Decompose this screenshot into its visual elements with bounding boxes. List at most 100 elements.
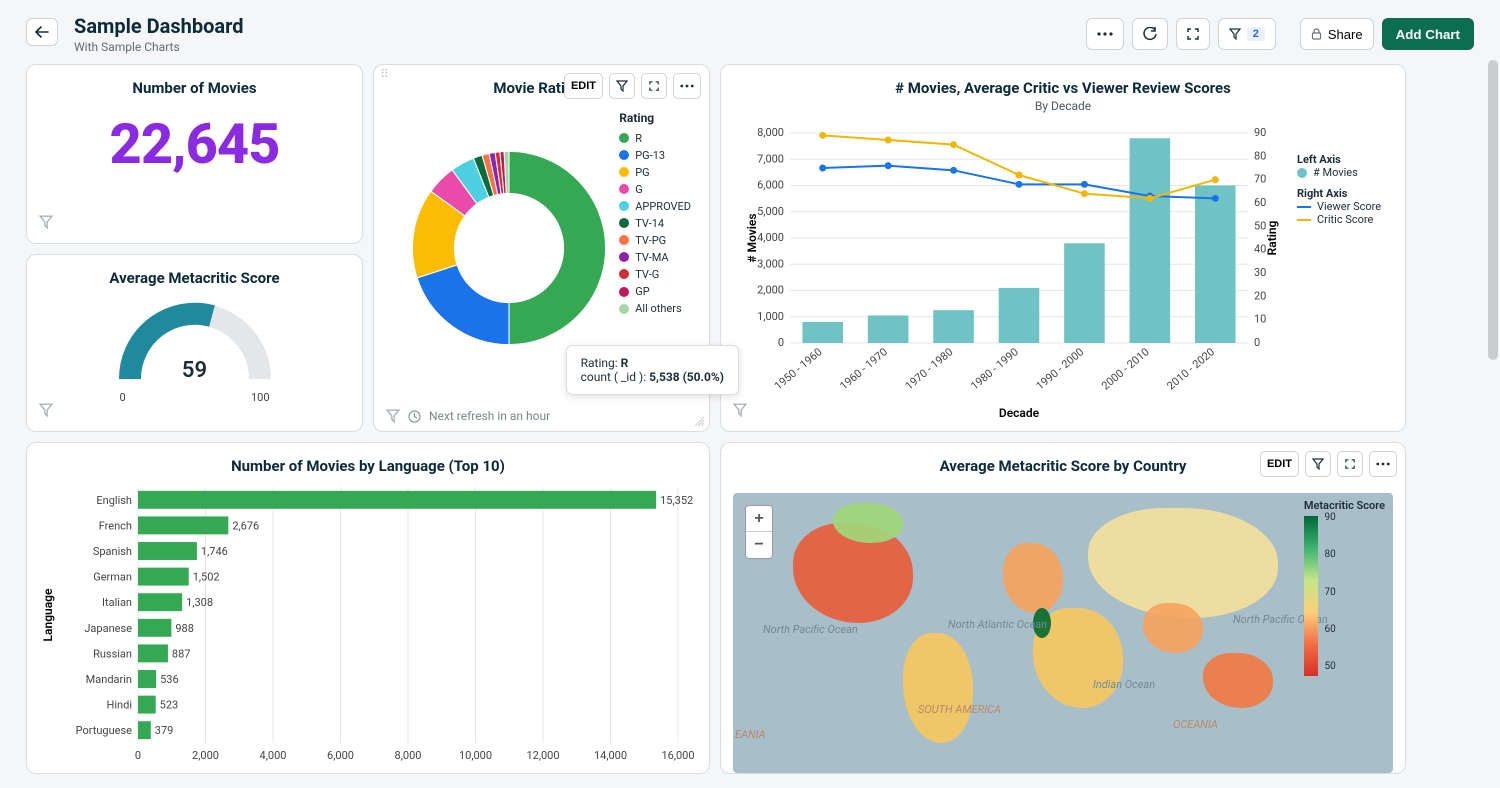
fullscreen-button[interactable] bbox=[1176, 18, 1210, 50]
fullscreen-icon bbox=[1187, 28, 1199, 40]
legend-item[interactable]: APPROVED bbox=[619, 198, 691, 215]
svg-text:12,000: 12,000 bbox=[526, 749, 559, 762]
more-menu-button[interactable] bbox=[1369, 451, 1397, 477]
legend-item[interactable]: TV-PG bbox=[619, 232, 691, 249]
card-movies-by-decade: # Movies, Average Critic vs Viewer Revie… bbox=[720, 64, 1406, 432]
combo-legend: Left Axis # Movies Right Axis Viewer Sco… bbox=[1297, 123, 1387, 423]
map-legend: Metacritic Score 9080706050 bbox=[1304, 499, 1385, 676]
svg-text:90: 90 bbox=[1254, 126, 1266, 139]
svg-text:Spanish: Spanish bbox=[93, 545, 132, 558]
ocean-label: North Pacific Ocean bbox=[763, 623, 858, 636]
svg-text:2010 - 2020: 2010 - 2020 bbox=[1164, 345, 1217, 392]
svg-text:2,000: 2,000 bbox=[192, 749, 219, 762]
legend-item[interactable]: G bbox=[619, 181, 691, 198]
continent-label: SOUTH AMERICA bbox=[918, 703, 1001, 716]
legend-item[interactable]: R bbox=[619, 130, 691, 147]
funnel-icon bbox=[1229, 28, 1241, 40]
svg-text:8,000: 8,000 bbox=[395, 749, 422, 762]
svg-text:German: German bbox=[93, 571, 132, 584]
legend-heading: Right Axis bbox=[1297, 187, 1387, 200]
movies-count-value: 22,645 bbox=[27, 105, 362, 207]
legend-item[interactable]: TV-G bbox=[619, 266, 691, 283]
svg-text:70: 70 bbox=[1254, 173, 1266, 186]
card-title: Number of Movies by Language (Top 10) bbox=[27, 443, 709, 483]
card-filter-button[interactable] bbox=[609, 73, 635, 99]
fullscreen-button[interactable] bbox=[641, 73, 667, 99]
svg-text:2,000: 2,000 bbox=[757, 284, 784, 297]
card-title: # Movies, Average Critic vs Viewer Revie… bbox=[721, 65, 1405, 97]
svg-text:5,000: 5,000 bbox=[757, 205, 784, 218]
svg-text:Rating: Rating bbox=[1265, 220, 1279, 255]
donut-chart[interactable] bbox=[404, 143, 614, 353]
choropleth-map[interactable]: + − North Pacific Ocean North Atlantic O… bbox=[733, 493, 1393, 773]
card-title: Number of Movies bbox=[27, 65, 362, 105]
funnel-icon bbox=[733, 403, 747, 417]
legend-title: Metacritic Score bbox=[1304, 499, 1385, 512]
card-filter-button[interactable] bbox=[39, 403, 53, 421]
edit-button[interactable]: EDIT bbox=[1260, 451, 1299, 477]
refresh-button[interactable] bbox=[1132, 18, 1168, 50]
donut-legend: Rating RPG-13PGGAPPROVEDTV-14TV-PGTV-MAT… bbox=[619, 109, 691, 317]
refresh-status: Next refresh in an hour bbox=[429, 409, 550, 423]
funnel-icon[interactable] bbox=[386, 409, 400, 423]
zoom-out-button[interactable]: − bbox=[746, 532, 772, 558]
legend-item: Viewer Score bbox=[1317, 200, 1381, 213]
svg-text:Hindi: Hindi bbox=[107, 699, 132, 712]
filter-button[interactable]: 2 bbox=[1218, 18, 1276, 50]
fullscreen-button[interactable] bbox=[1337, 451, 1363, 477]
legend-item[interactable]: All others bbox=[619, 300, 691, 317]
share-button[interactable]: Share bbox=[1300, 18, 1374, 50]
scrollbar-thumb[interactable] bbox=[1488, 60, 1498, 360]
clock-icon bbox=[408, 410, 421, 423]
combo-chart[interactable]: 01,0002,0003,0004,0005,0006,0007,0008,00… bbox=[731, 123, 1297, 423]
funnel-icon bbox=[39, 403, 53, 417]
funnel-icon bbox=[616, 80, 628, 92]
page-title: Sample Dashboard bbox=[74, 14, 243, 38]
funnel-icon bbox=[39, 215, 53, 229]
svg-text:Portuguese: Portuguese bbox=[76, 724, 133, 737]
svg-text:80: 80 bbox=[1254, 149, 1266, 162]
svg-text:8,000: 8,000 bbox=[757, 126, 784, 139]
more-menu-button[interactable] bbox=[673, 73, 701, 99]
card-filter-button[interactable] bbox=[39, 215, 53, 233]
legend-item[interactable]: GP bbox=[619, 283, 691, 300]
add-chart-button[interactable]: Add Chart bbox=[1382, 18, 1474, 50]
zoom-in-button[interactable]: + bbox=[746, 506, 772, 532]
svg-text:988: 988 bbox=[175, 622, 194, 635]
back-button[interactable] bbox=[26, 18, 58, 46]
ellipsis-icon bbox=[680, 84, 694, 88]
legend-item[interactable]: PG-13 bbox=[619, 147, 691, 164]
card-subtitle: By Decade bbox=[721, 99, 1405, 113]
svg-text:1980 - 1990: 1980 - 1990 bbox=[968, 345, 1021, 392]
svg-text:7,000: 7,000 bbox=[757, 152, 784, 165]
lock-icon bbox=[1311, 28, 1322, 40]
svg-text:2000 - 2010: 2000 - 2010 bbox=[1099, 345, 1152, 392]
resize-handle[interactable] bbox=[693, 415, 705, 427]
svg-text:1,502: 1,502 bbox=[193, 571, 220, 584]
legend-item[interactable]: TV-14 bbox=[619, 215, 691, 232]
card-movies-by-language: Number of Movies by Language (Top 10) 02… bbox=[26, 442, 710, 774]
card-filter-button[interactable] bbox=[1305, 451, 1331, 477]
legend-item[interactable]: TV-MA bbox=[619, 249, 691, 266]
svg-text:1950 - 1960: 1950 - 1960 bbox=[772, 345, 825, 392]
svg-text:887: 887 bbox=[172, 647, 191, 660]
svg-text:1,308: 1,308 bbox=[186, 596, 213, 609]
card-filter-button[interactable] bbox=[733, 403, 747, 421]
svg-text:Language: Language bbox=[41, 588, 55, 641]
svg-text:14,000: 14,000 bbox=[594, 749, 627, 762]
svg-text:20: 20 bbox=[1254, 289, 1266, 302]
svg-text:523: 523 bbox=[160, 699, 179, 712]
hbar-chart[interactable]: 02,0004,0006,0008,00010,00012,00014,0001… bbox=[38, 483, 698, 773]
svg-text:10: 10 bbox=[1254, 313, 1266, 326]
ellipsis-icon bbox=[1097, 32, 1113, 36]
svg-text:30: 30 bbox=[1254, 266, 1266, 279]
edit-button[interactable]: EDIT bbox=[564, 73, 603, 99]
more-menu-button[interactable] bbox=[1086, 18, 1124, 50]
card-title: Average Metacritic Score bbox=[27, 255, 362, 295]
svg-text:2,676: 2,676 bbox=[232, 519, 259, 532]
svg-text:4,000: 4,000 bbox=[260, 749, 287, 762]
legend-item[interactable]: PG bbox=[619, 164, 691, 181]
drag-handle[interactable]: ⠿ bbox=[380, 71, 391, 78]
filter-count-badge: 2 bbox=[1247, 27, 1265, 41]
share-label: Share bbox=[1328, 27, 1363, 42]
